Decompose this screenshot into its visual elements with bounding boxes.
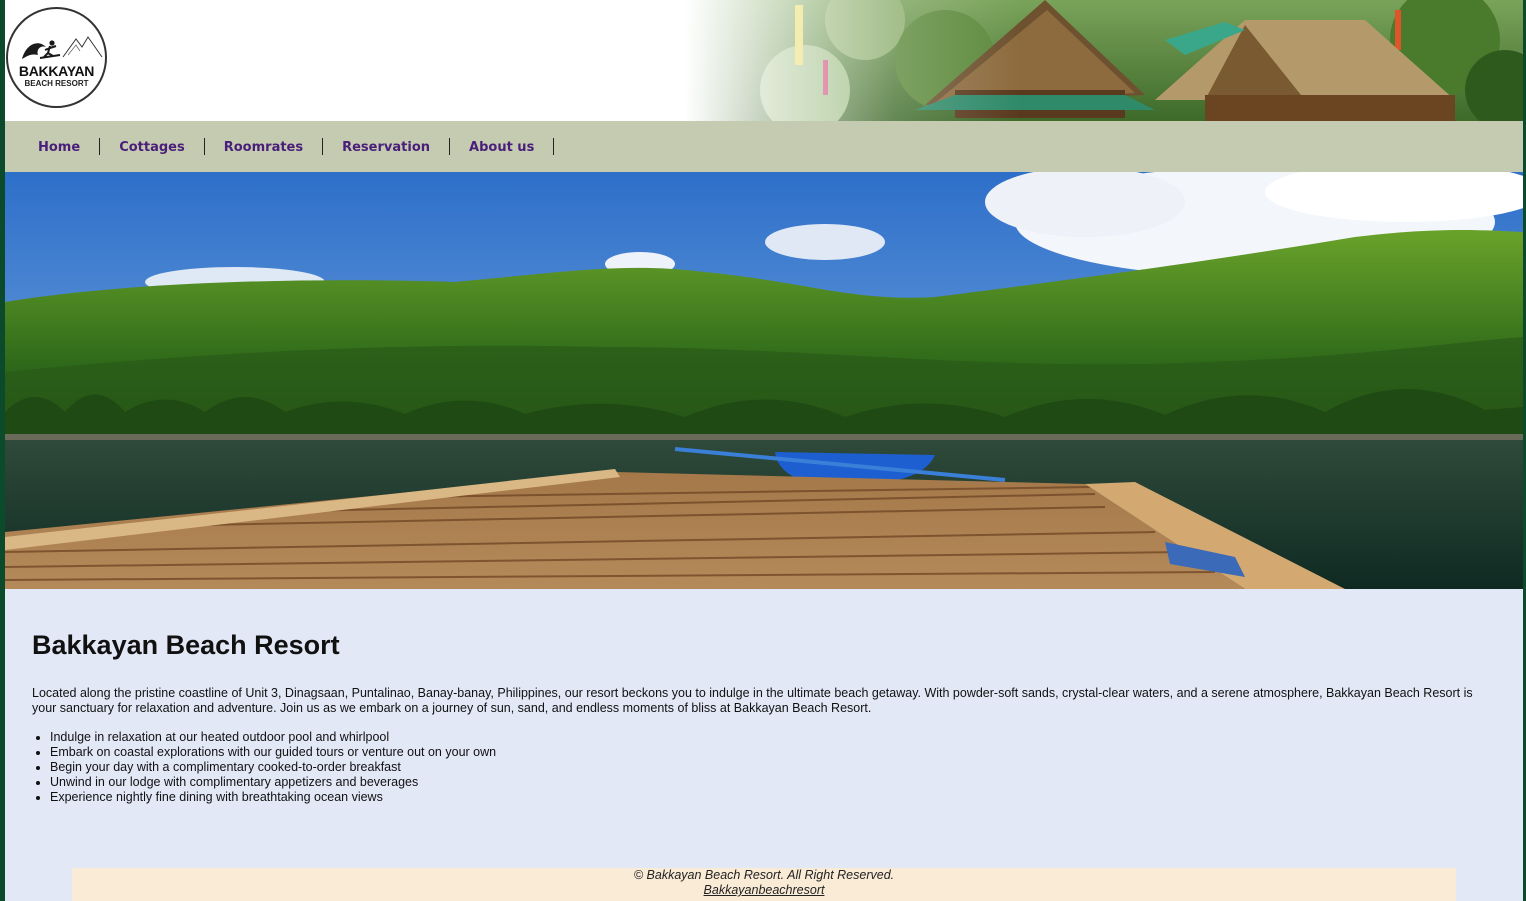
list-item: Experience nightly fine dining with brea… — [50, 790, 1482, 805]
resort-logo[interactable]: BAKKAYAN BEACH RESORT — [6, 7, 107, 108]
nav-item-about-us: About us — [450, 138, 555, 155]
nav-link-reservation[interactable]: Reservation — [342, 140, 430, 155]
surfer-wave-icon — [22, 36, 103, 59]
copyright-text: © Bakkayan Beach Resort. All Right Reser… — [633, 868, 895, 882]
page: BAKKAYAN BEACH RESORT Home Cottages Room… — [5, 0, 1523, 901]
logo-subtitle: BEACH RESORT — [24, 79, 89, 88]
list-item: Embark on coastal explorations with our … — [50, 745, 1482, 760]
nav-item-home: Home — [19, 138, 101, 155]
list-item: Unwind in our lodge with complimentary a… — [50, 775, 1482, 790]
features-list: Indulge in relaxation at our heated outd… — [32, 730, 1482, 805]
nav-item-roomrates: Roomrates — [205, 138, 324, 155]
site-footer: © Bakkayan Beach Resort. All Right Reser… — [72, 868, 1456, 901]
main-content: Bakkayan Beach Resort Located along the … — [32, 630, 1482, 805]
nav-link-roomrates[interactable]: Roomrates — [224, 140, 303, 155]
nav-item-cottages: Cottages — [100, 138, 205, 155]
cottages-banner-image — [685, 0, 1523, 121]
nav-link-home[interactable]: Home — [38, 140, 80, 155]
main-navigation: Home Cottages Roomrates Reservation Abou… — [5, 121, 1523, 172]
nav-link-cottages[interactable]: Cottages — [119, 140, 185, 155]
logo-name: BAKKAYAN — [18, 63, 95, 79]
intro-paragraph: Located along the pristine coastline of … — [32, 686, 1473, 715]
page-title: Bakkayan Beach Resort — [32, 630, 340, 660]
nav-item-reservation: Reservation — [323, 138, 451, 155]
nav-link-about-us[interactable]: About us — [469, 140, 534, 155]
hero-raft-lake-image — [5, 172, 1523, 589]
list-item: Begin your day with a complimentary cook… — [50, 760, 1482, 775]
footer-link[interactable]: Bakkayanbeachresort — [704, 883, 825, 897]
list-item: Indulge in relaxation at our heated outd… — [50, 730, 1482, 745]
site-header: BAKKAYAN BEACH RESORT — [5, 0, 1523, 121]
